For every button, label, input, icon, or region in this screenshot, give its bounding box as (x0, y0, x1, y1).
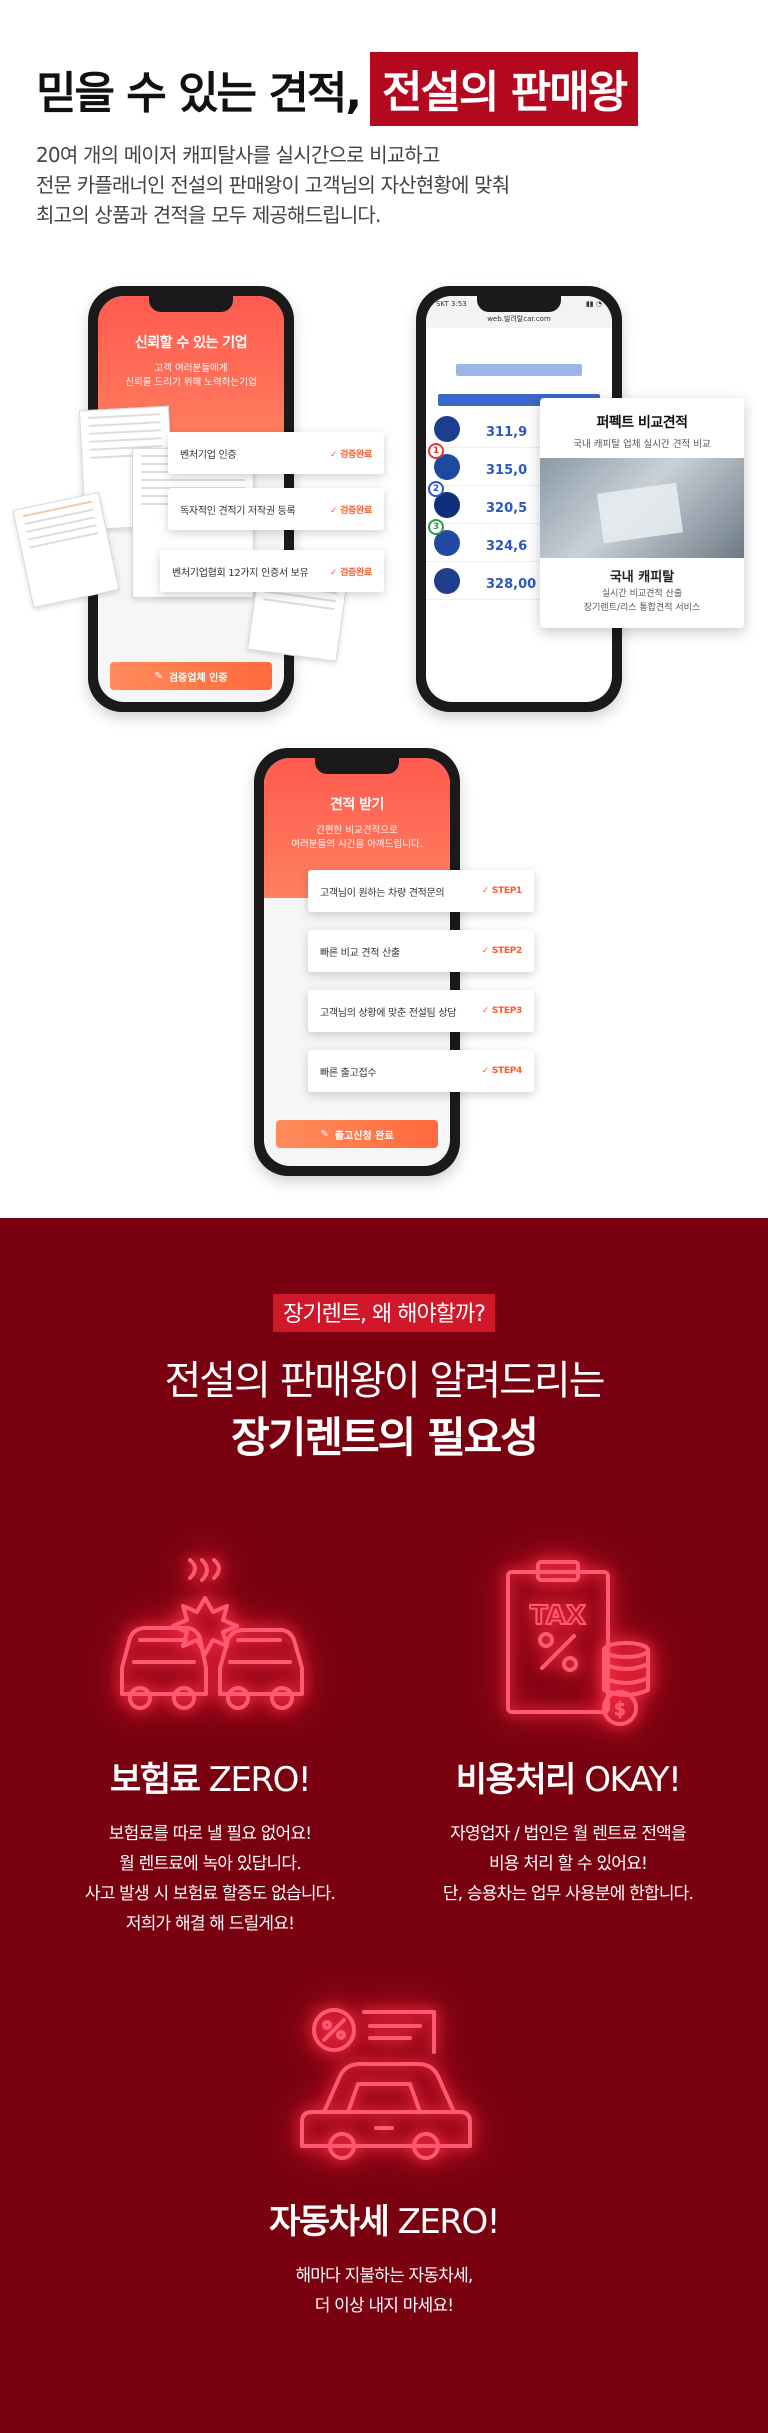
feature-title: 보험료 ZERO! (110, 1760, 311, 1800)
feature-insurance: 보험료 ZERO! 보험료를 따로 낼 필요 없어요! 월 렌트료에 녹아 있답… (40, 1558, 380, 1939)
step-card: 고객님이 원하는 차량 견적문의 ✓ STEP1 (308, 870, 534, 912)
capital-price: 328,00 (486, 577, 537, 592)
intro-text: 20여 개의 메이저 캐피탈사를 실시간으로 비교하고 전문 카플래너인 전설의… (36, 140, 676, 230)
step-badge: ✓ STEP4 (481, 1066, 523, 1076)
headline-highlight: 전설의 판매왕 (370, 52, 639, 126)
feature-car-tax: 자동차세 ZERO! 해마다 지불하는 자동차세, 더 이상 내지 마세요! (214, 2000, 554, 2321)
confirm-bar[interactable] (456, 364, 582, 376)
perfect-subtitle: 국내 캐피탈 업체 실시간 견적 비교 (573, 439, 711, 450)
verify-card: 독자적인 견적기 저작권 등록 ✓ 검증완료 (168, 488, 384, 530)
capital-logo-icon (434, 415, 460, 442)
page-headline: 믿을 수 있는 견적, 전설의 판매왕 (36, 52, 639, 126)
verify-card: 벤처기업 인증 ✓ 검증완료 (168, 432, 384, 474)
verify-card-label: 벤처기업 인증 (180, 449, 237, 461)
order-complete-button[interactable]: ✎ 출고신청 완료 (276, 1120, 438, 1148)
verify-card: 벤처기업협회 12가지 인증서 보유 ✓ 검증완료 (160, 550, 384, 592)
phone-subtitle: 고객 여러분들에게 신뢰를 드리기 위해 노력하는기업 (125, 363, 257, 388)
step-badge: ✓ STEP2 (481, 946, 523, 956)
step-card: 빠른 비교 견적 산출 ✓ STEP2 (308, 930, 534, 972)
feature-desc: 해마다 지불하는 자동차세, 더 이상 내지 마세요! (295, 2266, 473, 2316)
step-card: 고객님의 상황에 맞춘 전설팀 상담 ✓ STEP3 (308, 990, 534, 1032)
phone-notch (149, 296, 233, 312)
step-badge: ✓ STEP1 (481, 886, 523, 896)
step-badge: ✓ STEP3 (481, 1006, 523, 1016)
verify-card-label: 독자적인 견적기 저작권 등록 (180, 505, 296, 517)
capital-price: 320,5 (486, 501, 528, 516)
phone-title: 신뢰할 수 있는 기업 (134, 335, 248, 351)
rank-badge: 1 (428, 443, 444, 459)
pencil-icon: ✎ (320, 1128, 329, 1140)
capital-price: 311,9 (486, 425, 528, 440)
perfect-compare-card: 퍼펙트 비교견적 국내 캐피탈 업체 실시간 견적 비교 국내 캐피탈 실시간 … (540, 398, 744, 628)
capital-price: 324,6 (486, 539, 528, 554)
headline-plain: 믿을 수 있는 견적, (36, 68, 362, 119)
order-complete-label: 출고신청 완료 (334, 1130, 394, 1142)
step-card: 빠른 출고접수 ✓ STEP4 (308, 1050, 534, 1092)
pencil-icon: ✎ (154, 670, 163, 682)
step-label: 빠른 비교 견적 산출 (320, 947, 400, 959)
phone-title: 견적 받기 (330, 797, 384, 813)
url-bar: web.빌려탈car.com (426, 314, 612, 328)
intro-line: 전문 카플래너인 전설의 판매왕이 고객님의 자산현황에 맞춰 (36, 173, 510, 197)
handshake-photo (540, 458, 744, 558)
perfect-desc: 실시간 비교견적 산출 장기렌트/리스 통합견적 서비스 (583, 589, 701, 613)
phone-notch (477, 296, 561, 312)
why-rent-section: 장기렌트, 왜 해야할까? 전설의 판매왕이 알려드리는 장기렌트의 필요성 보… (0, 1218, 768, 2433)
capital-price: 315,0 (486, 463, 528, 478)
why-eyebrow: 장기렌트, 왜 해야할까? (273, 1294, 495, 1332)
rank-badge: 2 (428, 481, 444, 497)
verify-status: ✓ 검증완료 (330, 449, 372, 460)
verify-status: ✓ 검증완료 (330, 505, 372, 516)
feature-title: 비용처리 OKAY! (455, 1760, 682, 1800)
verify-card-label: 벤처기업협회 12가지 인증서 보유 (172, 567, 309, 579)
step-label: 빠른 출고접수 (320, 1067, 377, 1079)
intro-line: 20여 개의 메이저 캐피탈사를 실시간으로 비교하고 (36, 143, 440, 167)
verify-company-button[interactable]: ✎ 검증업체 인증 (110, 662, 272, 690)
step-label: 고객님이 원하는 차량 견적문의 (320, 887, 445, 899)
svg-text:$: $ (614, 1699, 625, 1720)
perfect-title2: 국내 캐피탈 (609, 570, 675, 585)
verify-company-label: 검증업체 인증 (168, 672, 228, 684)
intro-section: 믿을 수 있는 견적, 전설의 판매왕 20여 개의 메이저 캐피탈사를 실시간… (0, 0, 768, 1218)
why-title-line1: 전설의 판매왕이 알려드리는 (164, 1358, 605, 1404)
car-crash-icon (120, 1558, 304, 1710)
capital-logo-icon (434, 567, 460, 594)
feature-title: 자동차세 ZERO! (269, 2202, 500, 2242)
step-label: 고객님의 상황에 맞춘 전설팀 상담 (320, 1007, 457, 1019)
svg-text:TAX: TAX (530, 1601, 586, 1631)
phone-notch (315, 758, 399, 774)
car-tax-receipt-icon (300, 2008, 472, 2160)
feature-desc: 자영업자 / 법인은 월 렌트료 전액을 비용 처리 할 수 있어요! 단, 승… (442, 1824, 694, 1904)
tax-clipboard-icon: TAX $ (506, 1560, 650, 1726)
feature-expense: TAX $ 비용처리 OKAY! 자영업자 / 법인은 월 렌트료 전액을 비용… (398, 1558, 738, 1909)
phone-subtitle: 간편한 비교견적으로 여러분들의 시간을 아껴드립니다. (291, 825, 423, 850)
rank-badge: 3 (428, 519, 444, 535)
perfect-title: 퍼펙트 비교견적 (596, 415, 688, 431)
intro-line: 최고의 상품과 견적을 모두 제공해드립니다. (36, 203, 381, 227)
why-title-line2: 장기렌트의 필요성 (231, 1413, 539, 1462)
feature-desc: 보험료를 따로 낼 필요 없어요! 월 렌트료에 녹아 있답니다. 사고 발생 … (84, 1824, 336, 1934)
verify-status: ✓ 검증완료 (330, 567, 372, 578)
